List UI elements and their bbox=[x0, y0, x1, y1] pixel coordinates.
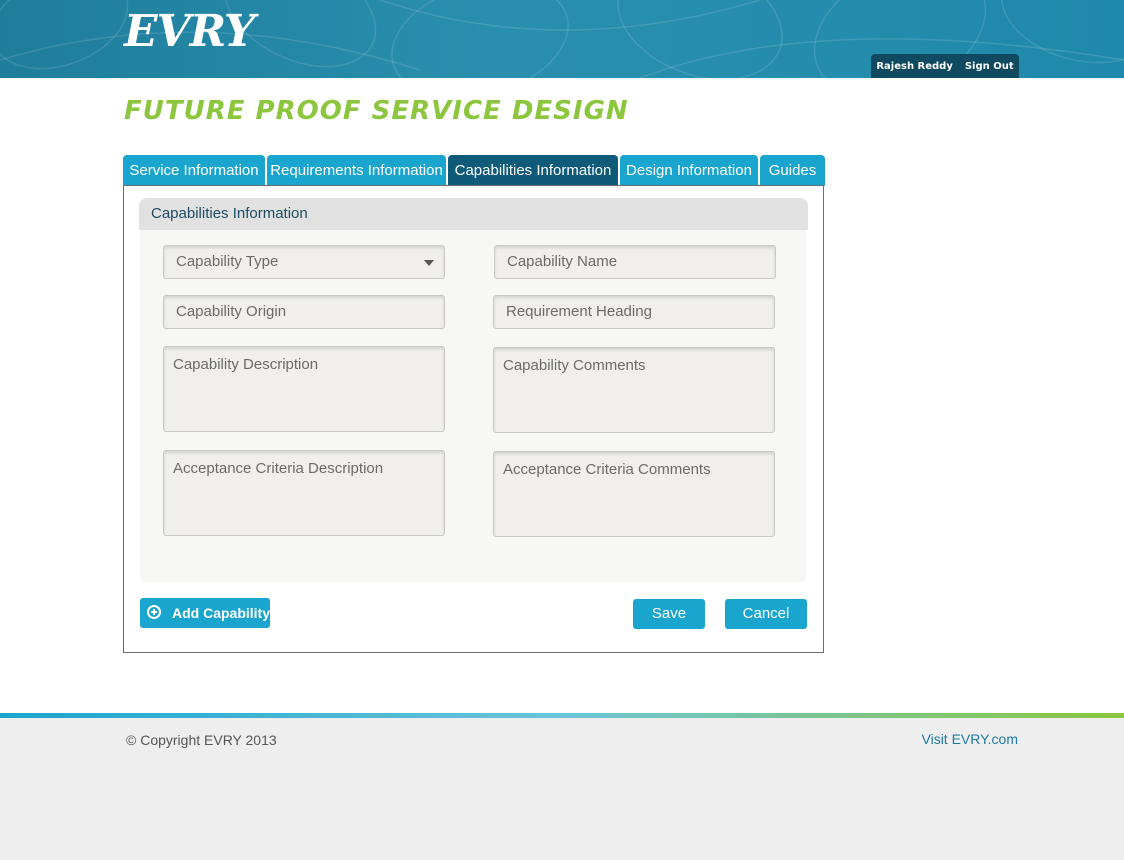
acceptance-criteria-comments-textarea[interactable]: Acceptance Criteria Comments bbox=[493, 451, 775, 537]
save-button[interactable]: Save bbox=[633, 599, 705, 629]
capability-type-select[interactable]: Capability Type bbox=[163, 245, 445, 279]
user-name: Rajesh Reddy bbox=[876, 60, 953, 72]
cancel-button[interactable]: Cancel bbox=[725, 599, 807, 629]
capability-description-textarea[interactable]: Capability Description bbox=[163, 346, 445, 432]
visit-evry-link[interactable]: Visit EVRY.com bbox=[922, 731, 1019, 747]
capability-type-label: Capability Type bbox=[176, 253, 279, 270]
add-capability-label: Add Capability bbox=[172, 605, 271, 621]
add-circle-icon bbox=[147, 605, 161, 619]
user-bar: Rajesh Reddy Sign Out bbox=[871, 54, 1019, 78]
sign-out-link[interactable]: Sign Out bbox=[965, 61, 1014, 72]
acceptance-criteria-description-textarea[interactable]: Acceptance Criteria Description bbox=[163, 450, 445, 536]
tab-design-information[interactable]: Design Information bbox=[620, 155, 758, 186]
capability-origin-field[interactable]: Capability Origin bbox=[163, 295, 445, 329]
tab-service-information[interactable]: Service Information bbox=[123, 155, 265, 186]
tab-capabilities-information[interactable]: Capabilities Information bbox=[448, 155, 618, 186]
capability-comments-textarea[interactable]: Capability Comments bbox=[493, 347, 775, 433]
copyright-text: © Copyright EVRY 2013 bbox=[126, 732, 277, 748]
chevron-down-icon bbox=[424, 260, 434, 266]
requirement-heading-field[interactable]: Requirement Heading bbox=[493, 295, 775, 329]
page-title: Future Proof Service Design bbox=[124, 96, 629, 126]
tab-guides[interactable]: Guides bbox=[760, 155, 825, 186]
section-title: Capabilities Information bbox=[139, 198, 808, 230]
add-capability-button[interactable]: Add Capability bbox=[140, 598, 270, 628]
tab-requirements-information[interactable]: Requirements Information bbox=[267, 155, 446, 186]
header-banner: EVRY Rajesh Reddy Sign Out bbox=[0, 0, 1124, 78]
evry-logo[interactable]: EVRY bbox=[124, 6, 255, 58]
capability-name-field[interactable]: Capability Name bbox=[494, 245, 776, 279]
